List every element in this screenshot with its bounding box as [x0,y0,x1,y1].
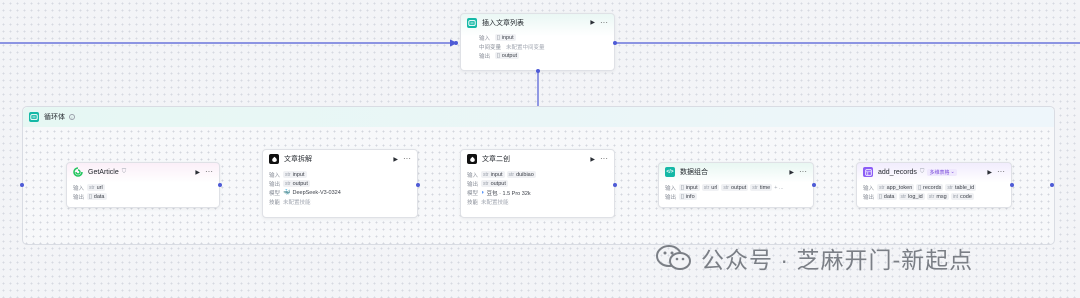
source-badge[interactable]: 多维表格 ⌄ [927,168,957,176]
param-tag: [] data [87,193,107,200]
param-tag: str msg [926,193,949,200]
run-node-button[interactable]: ▶ [195,169,200,176]
node-title: 文章拆解 [284,156,312,163]
port-out[interactable] [613,183,617,187]
param-tag: [] info [679,193,697,200]
table-icon [863,167,873,177]
loop-node-icon [29,112,39,122]
node-title: GetArticle [88,168,119,176]
row-output: 输出 str output [467,180,508,188]
run-node-button[interactable]: ▶ [393,156,398,163]
more-params: + ... [774,184,784,191]
param-tag: [] data [877,193,897,200]
param-tag: str output [481,180,508,187]
loop-port-out[interactable] [1050,183,1054,187]
param-tag: [] input [679,184,700,191]
run-node-button[interactable]: ▶ [590,19,595,26]
port-out[interactable] [613,41,617,45]
loop-node-icon [467,17,477,28]
node-header: 文章二创 ▶ ··· [461,150,614,168]
node-title: 文章二创 [482,156,510,163]
watermark: 公众号 · 芝麻开门-新起点 [655,241,973,275]
more-options-icon[interactable]: ··· [600,18,608,26]
node-title: 插入文章列表 [482,19,524,27]
node-title: add_records [878,168,917,176]
param-tag: str url [701,184,720,191]
more-options-icon[interactable]: ··· [205,168,213,176]
row-skill: 技能 未配置技能 [467,199,509,206]
more-options-icon[interactable]: ··· [600,155,608,163]
llm-icon [467,154,477,164]
row-output: 输出 [] info [665,193,697,201]
param-tag: str duibiao [506,171,536,178]
param-tag: str app_token [877,184,915,191]
node-get-article[interactable]: GetArticle ⛉ ▶ ··· 输入 str url 输出 [] data [66,162,220,208]
port-out[interactable] [218,183,222,187]
node-title: 数据组合 [680,169,708,176]
param-tag: [] output [495,52,520,59]
param-tag: str log_id [898,193,925,200]
node-data-combine[interactable]: </> 数据组合 ▶ ··· 输入 [] input str url str outp… [658,162,814,208]
plugin-icon [73,167,83,177]
node-header: </> 数据组合 ▶ ··· [659,163,813,181]
row-input: 输入 [] input str url str output str time + ..… [665,184,784,192]
row-input: 输入 str input str duibiao [467,171,536,179]
loop-header: 循环体 i [23,107,1054,127]
param-tag: [] records [916,184,944,191]
node-header: GetArticle ⛉ ▶ ··· [67,163,219,181]
workflow-canvas[interactable]: 插入文章列表 ▶ ··· 输入 [] input 中间变量 未配置中间变量 输出 … [0,0,1080,298]
param-tag: int code [950,193,974,200]
llm-icon [269,154,279,164]
row-model: 模型 🐳 DeepSeek-V3-0324 [269,189,341,197]
node-article-split[interactable]: 文章拆解 ▶ ··· 输入 str input 输出 str output 模型 🐳… [262,149,418,218]
row-input: 输入 str url [73,184,105,192]
loop-port-in[interactable] [20,183,24,187]
node-header: add_records ⛉ 多维表格 ⌄ ▶ ··· [857,163,1011,181]
row-output: 输出 [] output [479,52,520,60]
wechat-icon [655,244,693,272]
row-output: 输出 str output [269,180,310,188]
row-model: 模型 ◗ 豆包 · 1.5 Pro 32k [467,189,531,197]
node-header: 文章拆解 ▶ ··· [263,150,417,168]
param-tag: str input [481,171,505,178]
row-intermediate: 中间变量 未配置中间变量 [479,44,545,51]
row-input: 输入 [] input [479,34,516,42]
param-tag: str input [283,171,307,178]
param-tag: str time [750,184,773,191]
more-options-icon[interactable]: ··· [997,168,1005,176]
more-options-icon[interactable]: ··· [403,155,411,163]
param-tag: str output [283,180,310,187]
port-in[interactable] [454,41,458,45]
param-tag: str url [87,184,105,191]
chevron-down-icon: ⌄ [950,169,955,175]
row-skill: 技能 未配置技能 [269,199,311,206]
deepseek-icon: 🐳 [283,190,291,196]
plugin-badge-icon: ⛉ [121,168,127,175]
code-icon: </> [665,167,675,177]
port-out[interactable] [1010,183,1014,187]
port-loop-out[interactable] [536,69,540,73]
run-node-button[interactable]: ▶ [987,169,992,176]
node-header: 插入文章列表 ▶ ··· [461,14,614,31]
param-tag: str output [721,184,749,191]
watermark-text: 公众号 · 芝麻开门-新起点 [701,247,974,273]
more-options-icon[interactable]: ··· [799,168,807,176]
run-node-button[interactable]: ▶ [789,169,794,176]
plugin-badge-icon: ⛉ [919,168,925,175]
node-article-rewrite[interactable]: 文章二创 ▶ ··· 输入 str input str duibiao 输出 str… [460,149,615,218]
param-tag: str table_id [945,184,977,191]
run-node-button[interactable]: ▶ [590,156,595,163]
node-insert-article-list[interactable]: 插入文章列表 ▶ ··· 输入 [] input 中间变量 未配置中间变量 输出 … [460,13,615,71]
row-input: 输入 str input [269,171,307,179]
doubao-icon: ◗ [481,189,485,196]
loop-title: 循环体 [44,114,65,121]
port-out[interactable] [416,183,420,187]
row-output: 输出 [] data str log_id str msg int code [863,193,974,201]
row-output: 输出 [] data [73,193,107,201]
port-out[interactable] [812,183,816,187]
row-input: 输入 str app_token [] records str table_id [863,184,977,192]
node-add-records[interactable]: add_records ⛉ 多维表格 ⌄ ▶ ··· 输入 str app_toke… [856,162,1012,208]
param-tag: [] input [495,34,516,41]
info-icon[interactable]: i [69,114,75,120]
